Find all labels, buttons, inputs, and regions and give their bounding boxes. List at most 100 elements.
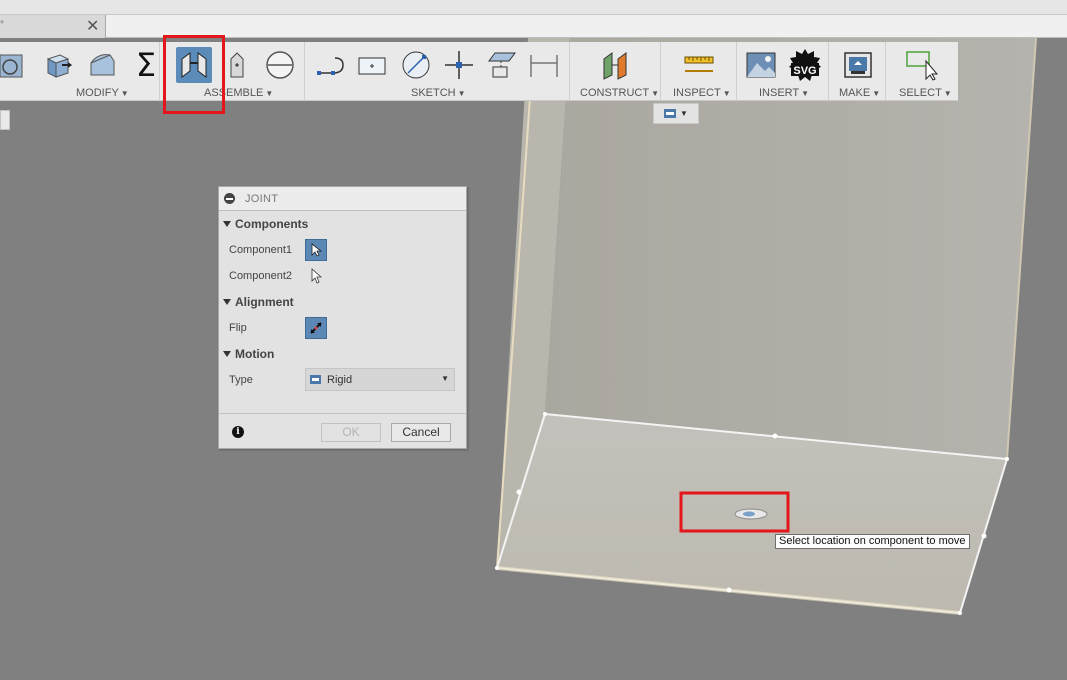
chevron-down-icon: ▼ <box>441 374 449 383</box>
shell-icon <box>90 54 115 76</box>
select-menu[interactable]: SELECT ▼ <box>899 87 952 99</box>
make-group: MAKE ▼ <box>829 42 886 101</box>
line-arc-icon <box>317 57 344 75</box>
dimension-icon <box>530 55 558 77</box>
sketch-group: SKETCH ▼ <box>305 42 570 101</box>
edge-midpoint[interactable] <box>516 489 522 495</box>
joint-origin-icon[interactable] <box>734 508 768 520</box>
dialog-header[interactable]: JOINT <box>219 187 466 211</box>
rectangle-tool-button[interactable] <box>354 47 390 83</box>
section-expand-icon <box>223 351 231 357</box>
shell-tool-button[interactable] <box>84 47 120 83</box>
dimension-tool-button[interactable] <box>526 47 562 83</box>
joint-type-select[interactable]: Rigid ▼ <box>305 368 455 391</box>
joint-type-value: Rigid <box>327 374 353 386</box>
line-tool-button[interactable] <box>313 47 349 83</box>
component1-label: Component1 <box>229 244 292 256</box>
3d-viewport[interactable] <box>0 38 1067 680</box>
type-label: Type <box>229 374 253 386</box>
inspect-menu[interactable]: INSPECT ▼ <box>673 87 731 99</box>
select-tool-button[interactable] <box>904 47 940 83</box>
component1-select-button[interactable] <box>305 239 327 261</box>
flip-icon <box>310 322 322 334</box>
component2-select-button[interactable] <box>305 265 327 287</box>
select-window-icon <box>906 51 939 81</box>
model-canvas[interactable] <box>0 38 1067 680</box>
edge-midpoint[interactable] <box>726 587 732 593</box>
rectangle-icon <box>358 57 386 75</box>
point-icon <box>445 51 473 79</box>
chevron-down-icon: ▼ <box>680 109 688 118</box>
modify-menu[interactable]: MODIFY ▼ <box>76 87 129 99</box>
section-expand-icon <box>223 221 231 227</box>
browser-panel-handle[interactable] <box>0 110 10 130</box>
model-back-wall <box>545 38 1036 459</box>
fillet-icon <box>0 54 23 78</box>
press-pull-icon <box>46 54 72 78</box>
dialog-footer: i OK Cancel <box>219 413 466 449</box>
cursor-arrow-icon <box>311 268 322 284</box>
insert-group: SVG INSERT ▼ <box>737 42 829 101</box>
main-toolbar: Σ MODIFY ▼ ASSEMBLE ▼ SKETCH ▼ CONSTRUCT… <box>0 42 958 101</box>
vertex-point[interactable] <box>1005 457 1009 461</box>
make-menu[interactable]: MAKE ▼ <box>839 87 880 99</box>
project-tool-button[interactable] <box>483 47 519 83</box>
cursor-arrow-icon <box>311 243 322 257</box>
as-built-joint-icon <box>230 52 244 78</box>
cursor-tooltip: Select location on component to move <box>775 534 970 549</box>
section-expand-icon <box>223 299 231 305</box>
select-group: SELECT ▼ <box>886 42 958 101</box>
flip-button[interactable] <box>305 317 327 339</box>
motion-section-header[interactable]: Motion <box>223 347 274 361</box>
document-tab[interactable]: * ✕ <box>0 15 106 38</box>
vertex-point[interactable] <box>495 566 499 570</box>
svg-badge-text: SVG <box>793 65 816 77</box>
insert-menu[interactable]: INSERT ▼ <box>759 87 809 99</box>
joint-dialog: JOINT Components Component1 Component2 A… <box>218 186 467 449</box>
vertex-point[interactable] <box>543 412 547 416</box>
components-section-header[interactable]: Components <box>223 217 308 231</box>
info-icon[interactable]: i <box>232 426 244 438</box>
title-strip <box>0 0 1067 15</box>
close-icon[interactable]: ✕ <box>86 16 99 36</box>
collapse-icon[interactable] <box>224 193 235 204</box>
cancel-button[interactable]: Cancel <box>391 423 451 442</box>
flip-label: Flip <box>229 322 247 334</box>
document-tab-bar: * ✕ <box>0 15 1067 38</box>
ok-button[interactable]: OK <box>321 423 381 442</box>
3d-print-icon <box>844 52 872 78</box>
offset-plane-icon <box>603 52 627 80</box>
compute-all-button[interactable]: Σ <box>128 46 164 84</box>
image-icon <box>746 52 776 78</box>
selection-filter-icon <box>664 109 677 118</box>
svg-badge-icon: SVG <box>789 49 821 81</box>
motion-link-button[interactable] <box>262 47 298 83</box>
modify-group: Σ MODIFY ▼ <box>0 42 160 101</box>
measure-icon <box>684 56 714 72</box>
selection-filter-toggle[interactable]: ▼ <box>653 103 699 124</box>
insert-image-button[interactable] <box>743 47 779 83</box>
circle-tool-button[interactable] <box>398 47 434 83</box>
offset-plane-button[interactable] <box>598 47 634 83</box>
dialog-title: JOINT <box>245 193 279 205</box>
point-tool-button[interactable] <box>441 47 477 83</box>
circle-icon <box>402 51 430 79</box>
insert-svg-button[interactable]: SVG <box>787 47 823 83</box>
edge-midpoint[interactable] <box>772 433 778 439</box>
motion-link-icon <box>266 51 294 79</box>
construct-menu[interactable]: CONSTRUCT ▼ <box>580 87 659 99</box>
fillet-tool-button[interactable] <box>0 47 28 83</box>
project-icon <box>488 52 516 78</box>
press-pull-button[interactable] <box>40 47 76 83</box>
measure-tool-button[interactable] <box>681 47 717 83</box>
alignment-section-header[interactable]: Alignment <box>223 295 294 309</box>
rigid-joint-icon <box>310 375 321 384</box>
construct-group: CONSTRUCT ▼ <box>570 42 661 101</box>
joint-button-highlight <box>163 35 225 114</box>
edge-midpoint[interactable] <box>981 533 987 539</box>
sketch-menu[interactable]: SKETCH ▼ <box>411 87 466 99</box>
document-tab-name: * <box>0 19 4 30</box>
inspect-group: INSPECT ▼ <box>661 42 737 101</box>
vertex-point[interactable] <box>958 611 962 615</box>
3d-print-button[interactable] <box>840 47 876 83</box>
